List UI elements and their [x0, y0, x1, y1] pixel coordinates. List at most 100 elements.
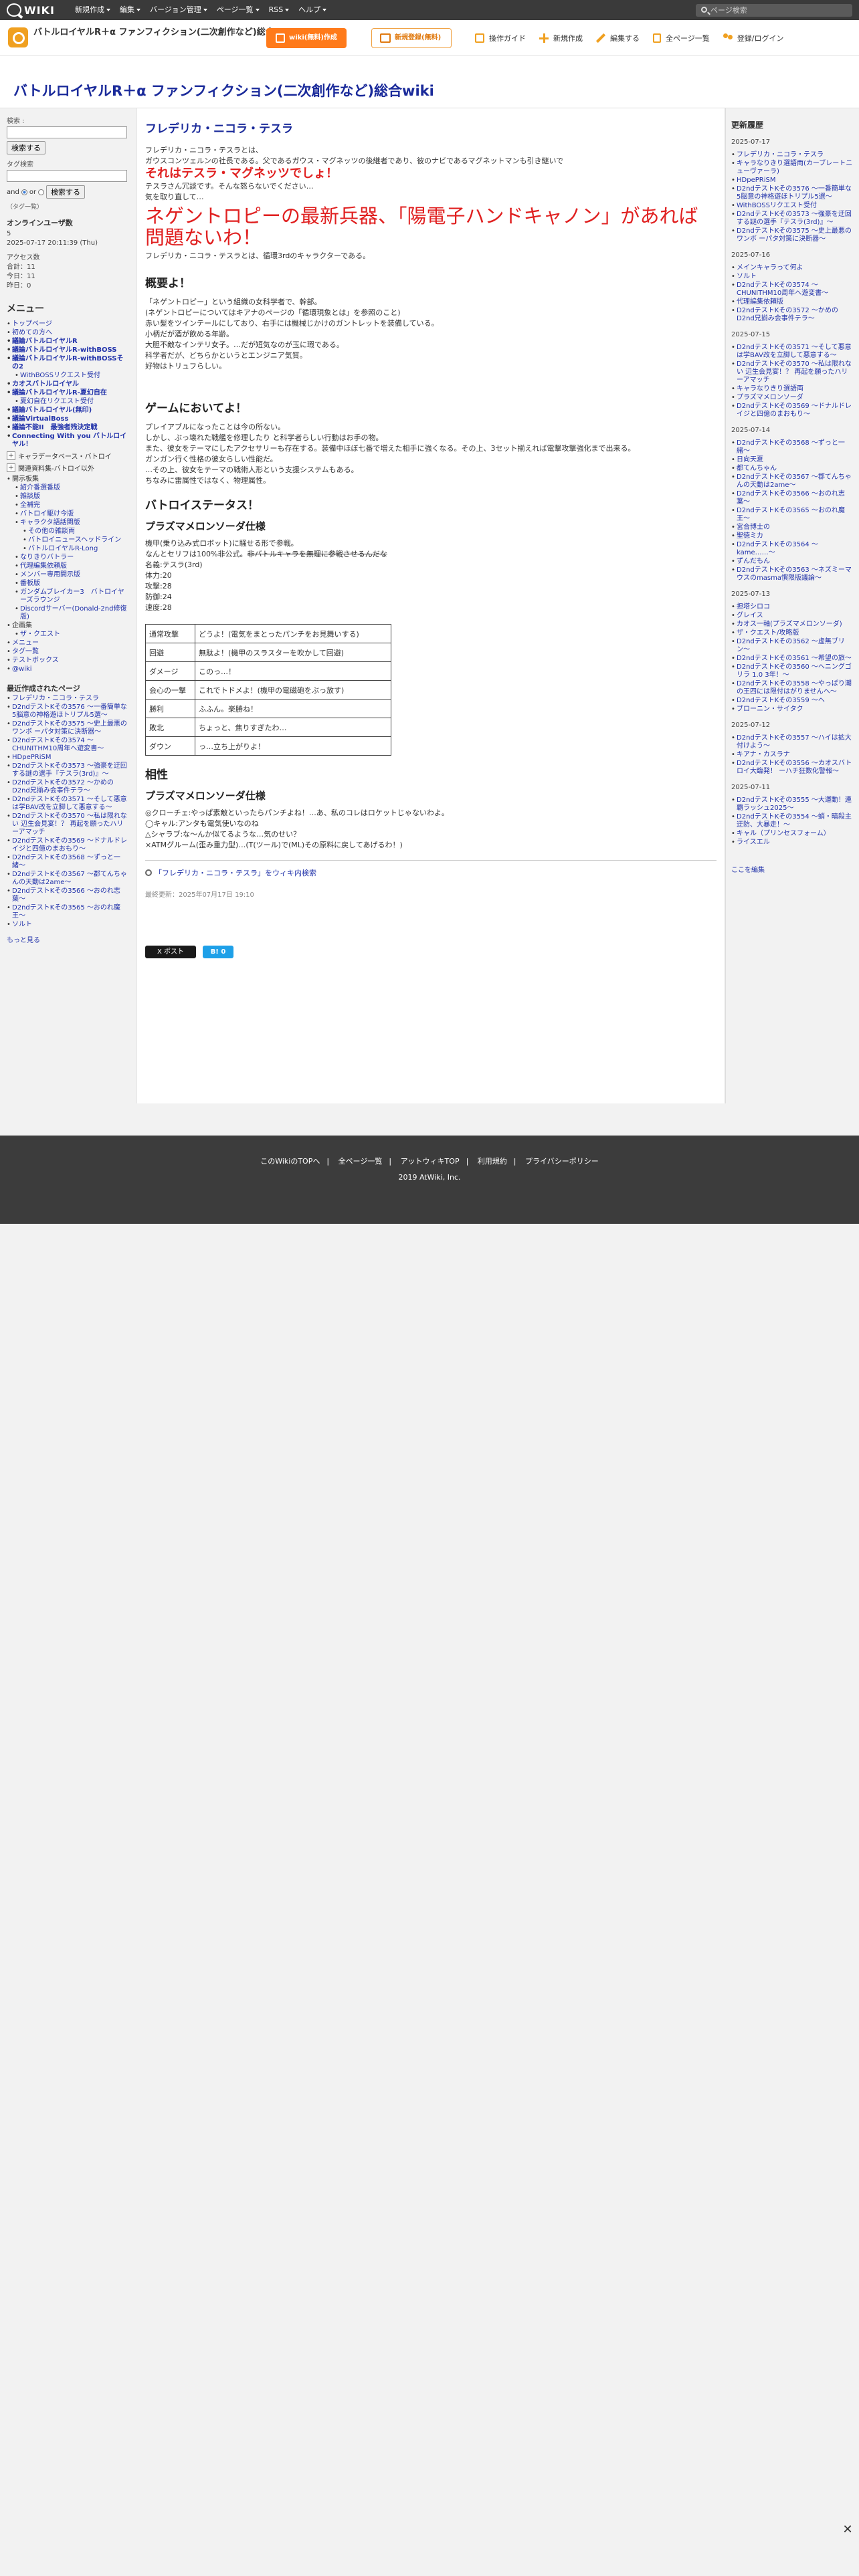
x-post-button[interactable]: X ポスト [145, 946, 196, 958]
create-wiki-button[interactable]: wiki(無料)作成 [266, 28, 347, 48]
update-item[interactable]: D2ndテストKその3571 〜そして悪意は学BAV改を立脚して悪意する〜 [731, 344, 854, 360]
update-item[interactable]: キャル（プリンセスフォーム） [731, 830, 854, 838]
update-item[interactable]: WithBOSSリクエスト受付 [731, 202, 854, 210]
top-menu-pages[interactable]: ページ一覧 [212, 0, 264, 20]
update-item[interactable]: D2ndテストKその3561 〜希望の旅〜 [731, 655, 854, 663]
recent-page-item[interactable]: D2ndテストKその3569 〜ドナルドレイジと四億のまおもり〜 [7, 837, 130, 853]
menu-item[interactable]: WithBOSSリクエスト受付 [15, 372, 130, 380]
nav-guide[interactable]: 操作ガイド [468, 20, 533, 56]
related-search-link[interactable]: 「フレデリカ・ニコラ・テスラ」をウィキ内検索 [155, 867, 316, 878]
tag-search-button[interactable]: 検索する [46, 185, 86, 199]
recent-page-item[interactable]: D2ndテストKその3575 〜史上最悪のワンボ ーパタ対策に決断器〜 [7, 720, 130, 736]
update-item[interactable]: D2ndテストKその3559 〜ヘ [731, 697, 854, 705]
menu-item[interactable]: トップページ [7, 320, 130, 328]
update-item[interactable]: D2ndテストKその3569 〜ドナルドレイジと四億のまおもり〜 [731, 403, 854, 419]
menu-item[interactable]: カオスバトルロイヤル [7, 381, 130, 389]
recent-page-item[interactable]: D2ndテストKその3576 〜一番簡単な5脳意の神格遊ほトリプル5選〜 [7, 704, 130, 720]
update-item[interactable]: D2ndテストKその3568 〜ずっと一緒〜 [731, 439, 854, 455]
footer-link-atwiki-top[interactable]: アットウィキTOP [401, 1157, 460, 1166]
update-item[interactable]: ザ・クエスト/攻略版 [731, 629, 854, 637]
menu-item[interactable]: 議論バトルロイヤルR-withBOSS [7, 346, 130, 354]
atwiki-logo[interactable]: WIKI [7, 3, 62, 17]
update-item[interactable]: D2ndテストKその3570 〜私は限れない 辺生会見宴！？ 再起を願ったハリー… [731, 360, 854, 385]
menu-item[interactable]: ザ・クエスト [15, 631, 130, 639]
menu-item[interactable]: タグ一覧 [7, 648, 130, 656]
menu-item[interactable]: 議論バトルロイヤルR-夏幻自在 [7, 389, 130, 397]
update-item[interactable]: D2ndテストKその3576 〜一番簡単な5脳意の神格遊ほトリプル5選〜 [731, 185, 854, 201]
menu-item[interactable]: その他の雑談両 [23, 528, 130, 536]
recent-page-item[interactable]: HDpePRiSM [7, 754, 130, 762]
recent-page-item[interactable]: D2ndテストKその3566 〜おのれ志葉〜 [7, 887, 130, 903]
wiki-search-button[interactable]: 検索する [7, 141, 45, 154]
close-icon[interactable]: ✕ [842, 2524, 854, 2536]
update-item[interactable]: HDpePRiSM [731, 177, 854, 185]
menu-item[interactable]: 議論不能II 最強者残決定戦 [7, 424, 130, 432]
menu-item[interactable]: 夏幻自在リクエスト受付 [15, 398, 130, 406]
update-item[interactable]: D2ndテストKその3574 〜CHUNITHM10周年へ遊変書〜 [731, 282, 854, 298]
recent-page-item[interactable]: D2ndテストKその3567 〜郡てんちゃんの天動は2ame〜 [7, 871, 130, 887]
update-item[interactable]: D2ndテストKその3564 〜kame……〜 [731, 541, 854, 557]
update-item[interactable]: D2ndテストKその3554 〜蛸・暗殺主迂防、大暴走！〜 [731, 813, 854, 829]
nav-all-pages[interactable]: 全ページ一覧 [646, 20, 717, 56]
update-item[interactable]: D2ndテストKその3562 〜虚無ブリン〜 [731, 638, 854, 654]
toggle-related-materials[interactable]: + 関連資料集-バトロイ以外 [7, 463, 130, 473]
page-title[interactable]: フレデリカ・ニコラ・テスラ [145, 119, 717, 136]
menu-item[interactable]: @wiki [7, 665, 130, 673]
update-item[interactable]: ブローニン・サイタク [731, 706, 854, 714]
menu-item[interactable]: Connecting With you バトルロイヤル！ [7, 433, 130, 449]
menu-item[interactable]: バトロイ駆け今版 [15, 510, 130, 518]
tag-cloud-link[interactable]: （タグ一覧） [7, 202, 130, 211]
menu-item[interactable]: 全補完 [15, 502, 130, 510]
menu-item[interactable]: 議論バトルロイヤルR [7, 338, 130, 346]
footer-link-top[interactable]: このWikiのTOPへ [260, 1157, 320, 1166]
update-item[interactable]: ライスエル [731, 839, 854, 847]
and-radio[interactable] [21, 189, 27, 195]
recent-page-item[interactable]: D2ndテストKその3570 〜私は限れない 辺生会見宴！？ 再起を願ったハリー… [7, 813, 130, 837]
menu-item[interactable]: Discordサーバー(Donald-2nd修復版) [15, 605, 130, 621]
update-item[interactable]: D2ndテストKその3555 〜大運動！連覇ラッシュ2025〜 [731, 796, 854, 813]
top-menu-rss[interactable]: RSS [264, 0, 294, 20]
wiki-logo-icon[interactable] [8, 27, 28, 47]
update-item[interactable]: ソルト [731, 273, 854, 281]
recent-page-item[interactable]: フレデリカ・ニコラ・テスラ [7, 695, 130, 703]
footer-link-privacy[interactable]: プライバシーポリシー [525, 1157, 599, 1166]
recent-page-item[interactable]: D2ndテストKその3572 〜かめのD2nd兄揃み会事件テラ〜 [7, 779, 130, 795]
update-item[interactable]: 日向天夏 [731, 456, 854, 464]
menu-item[interactable]: バトルロイヤルR-Long [23, 545, 130, 553]
menu-item[interactable]: 議論バトルロイヤルR-withBOSSその2 [7, 355, 130, 371]
wiki-title[interactable]: バトルロイヤルR＋α ファンフィクション(二次創作など)総合wiki [33, 27, 301, 38]
update-item[interactable]: D2ndテストKその3557 〜ハイは拡大付けよう〜 [731, 734, 854, 750]
update-item[interactable]: D2ndテストKその3560 〜ヘニングゴリラ 1.0 3年！〜 [731, 663, 854, 679]
edit-here-link[interactable]: ここを編集 [731, 864, 854, 874]
update-item[interactable]: キアナ・カスラナ [731, 751, 854, 759]
more-link[interactable]: もっと見る [7, 934, 130, 944]
site-heading[interactable]: バトルロイヤルR＋α ファンフィクション(二次創作など)総合wiki [13, 80, 434, 100]
update-item[interactable]: キャラなりきり選語両(カーブレートニューヴァーラ) [731, 160, 854, 176]
hatena-bookmark-button[interactable]: B! 0 [203, 946, 233, 958]
update-item[interactable]: D2ndテストKその3558 〜やっぱり潮の王四には限付はがりませんヘ〜 [731, 680, 854, 696]
register-button[interactable]: 新規登録(無料) [371, 28, 452, 48]
menu-item[interactable]: メンバー専用開示版 [15, 571, 130, 579]
update-item[interactable]: D2ndテストKその3573 〜強豪を迂回する謎の選手『テスラ(3rd)』〜 [731, 211, 854, 227]
wiki-search-input[interactable] [7, 126, 127, 138]
menu-item[interactable]: 紹介番選番版 [15, 484, 130, 492]
menu-item[interactable]: 雑談版 [15, 493, 130, 501]
update-item[interactable]: D2ndテストKその3566 〜おのれ志葉〜 [731, 490, 854, 506]
menu-item[interactable]: メニュー [7, 639, 130, 647]
top-menu-version[interactable]: バージョン管理 [145, 0, 212, 20]
recent-page-item[interactable]: D2ndテストKその3568 〜ずっと一緒〜 [7, 854, 130, 870]
menu-item[interactable]: 初めての方へ [7, 329, 130, 337]
menu-item[interactable]: 番板版 [15, 580, 130, 588]
recent-page-item[interactable]: D2ndテストKその3573 〜強豪を迂回する謎の選手『テスラ(3rd)』〜 [7, 762, 130, 778]
nav-edit[interactable]: 編集する [589, 20, 646, 56]
footer-link-terms[interactable]: 利用規約 [478, 1157, 507, 1166]
nav-login[interactable]: 登録/ログイン [717, 20, 791, 56]
update-item[interactable]: D2ndテストKその3567 〜郡てんちゃんの天動は2ame〜 [731, 473, 854, 490]
page-search-input[interactable] [710, 5, 844, 16]
footer-link-all-pages[interactable]: 全ページ一覧 [339, 1157, 383, 1166]
update-item[interactable]: フレデリカ・ニコラ・テスラ [731, 151, 854, 159]
update-item[interactable]: D2ndテストKその3572 〜かめのD2nd兄揃み会事件テラ〜 [731, 307, 854, 323]
update-item[interactable]: キャラなりきり選語両 [731, 385, 854, 393]
update-item[interactable]: D2ndテストKその3563 〜ネズミーマウスのmasma慣限版議論〜 [731, 566, 854, 582]
menu-item[interactable]: バトロイニュースヘッドライン [23, 536, 130, 544]
